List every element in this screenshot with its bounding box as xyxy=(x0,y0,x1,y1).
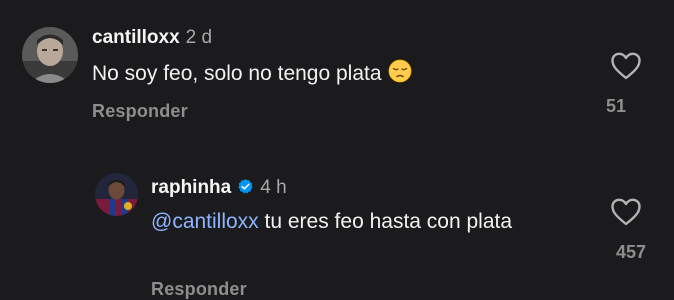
timestamp: 2 d xyxy=(185,27,213,48)
username[interactable]: raphinha xyxy=(151,177,231,198)
like-count: 51 xyxy=(605,96,626,116)
comment-header: cantilloxx 2 d xyxy=(92,27,212,49)
avatar-cantilloxx[interactable] xyxy=(22,27,78,83)
username[interactable]: cantilloxx xyxy=(92,27,180,48)
mention-link[interactable]: @cantilloxx xyxy=(151,210,259,233)
timestamp: 4 h xyxy=(260,177,287,198)
heart-outline-icon[interactable] xyxy=(610,51,642,81)
reply-button[interactable]: Responder xyxy=(151,279,247,300)
comment-body: tu eres feo hasta con plata xyxy=(258,210,513,233)
avatar-raphinha[interactable] xyxy=(95,173,138,216)
heart-outline-icon[interactable] xyxy=(610,197,642,227)
comment-text: @cantilloxx tu eres feo hasta con plata xyxy=(151,208,551,236)
pensive-face-icon xyxy=(388,59,411,83)
avatar-image xyxy=(95,173,138,216)
reply-button[interactable]: Responder xyxy=(92,101,188,122)
comment-text: No soy feo, solo no tengo plata xyxy=(92,59,412,88)
verified-badge-icon xyxy=(238,179,253,194)
comment-body: No soy feo, solo no tengo plata xyxy=(92,62,382,85)
comment-header: raphinha 4 h xyxy=(151,177,287,199)
like-count: 457 xyxy=(615,242,646,262)
avatar-image xyxy=(22,27,78,83)
